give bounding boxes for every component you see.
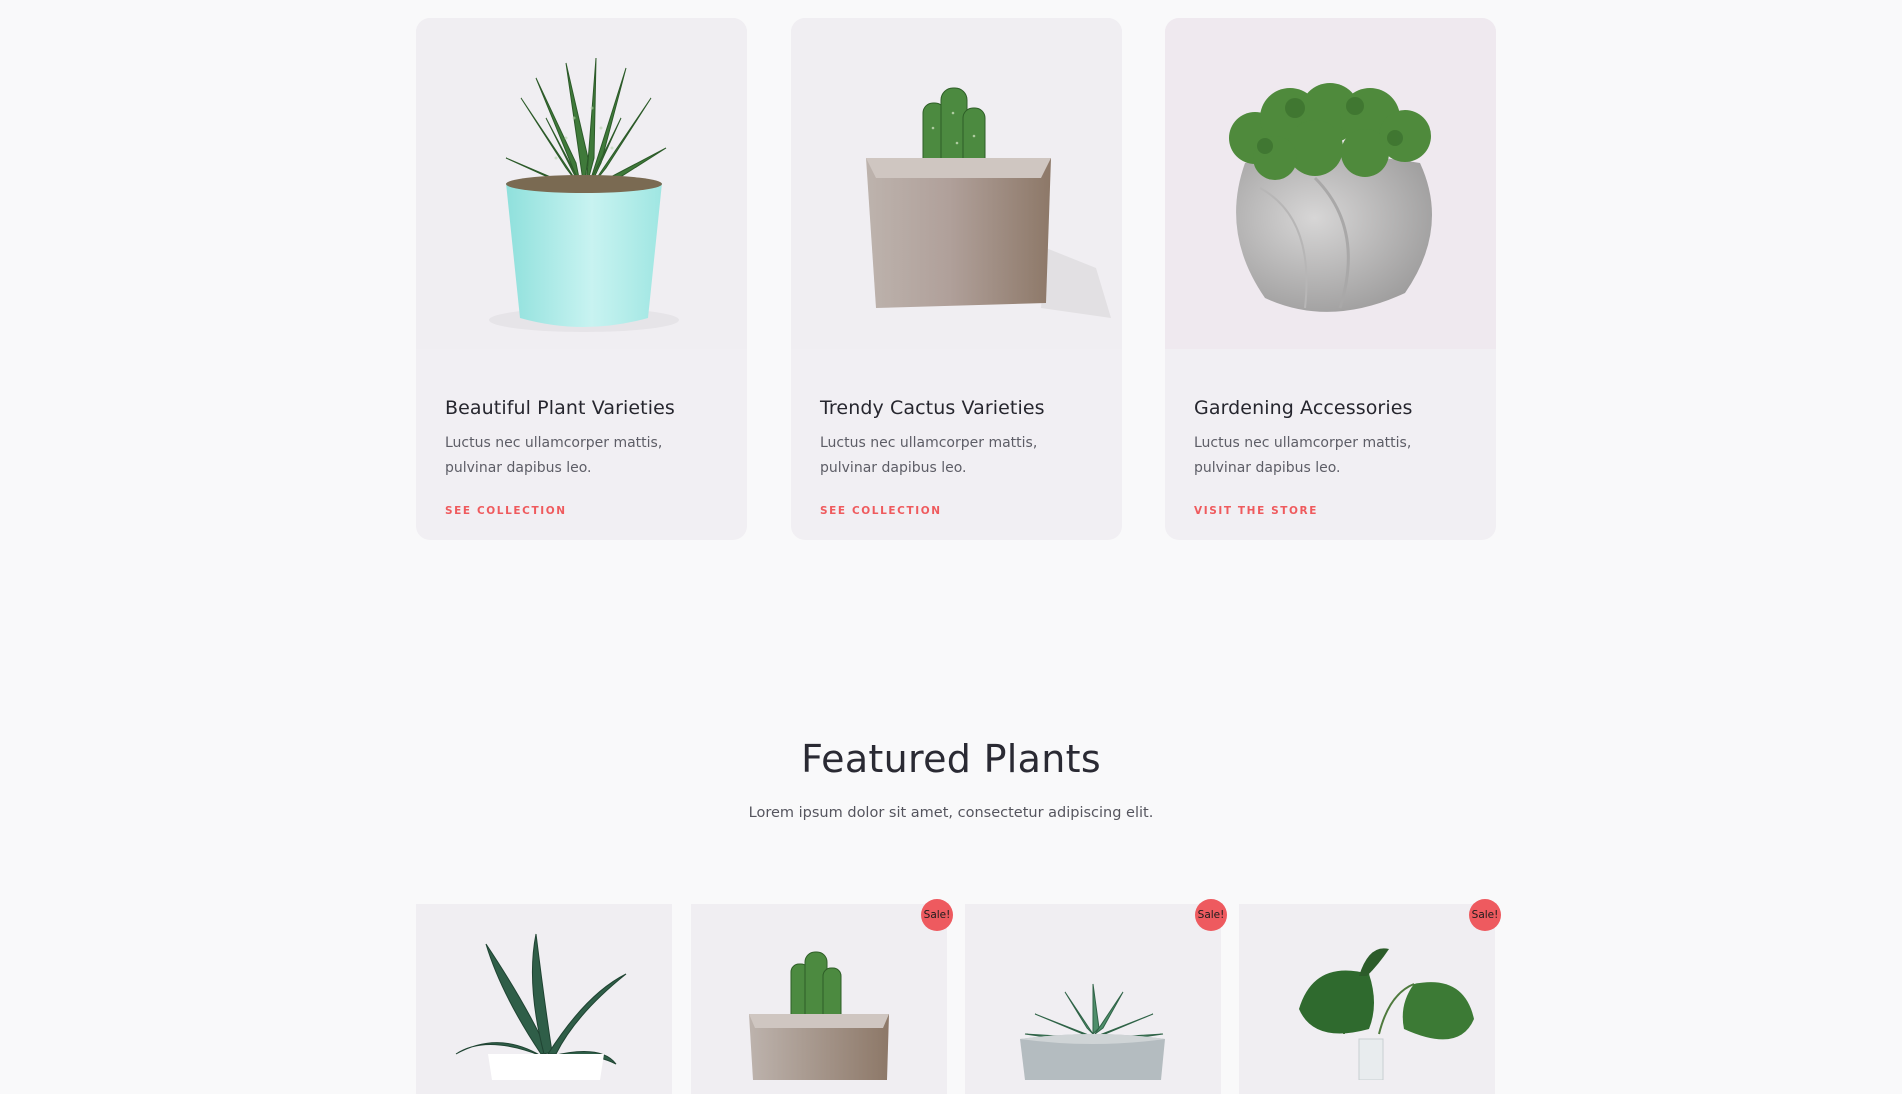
product-card[interactable]: Sale! bbox=[965, 899, 1227, 1094]
featured-section-title: Featured Plants bbox=[801, 737, 1101, 781]
see-collection-link[interactable]: SEE COLLECTION bbox=[445, 505, 567, 517]
category-card-accessories: Gardening Accessories Luctus nec ullamco… bbox=[1165, 18, 1496, 540]
cactus-square-pot-image bbox=[691, 904, 947, 1080]
product-card[interactable]: Sale! bbox=[691, 899, 953, 1094]
sale-badge: Sale! bbox=[921, 899, 953, 931]
anthurium-glass-vase-image bbox=[1239, 904, 1495, 1080]
category-card-plants: Beautiful Plant Varieties Luctus nec ull… bbox=[416, 18, 747, 540]
category-description: Luctus nec ullamcorper mattis, pulvinar … bbox=[445, 435, 663, 476]
plant-aloe-mint-pot-image bbox=[416, 18, 747, 349]
category-title: Trendy Cactus Varieties bbox=[820, 397, 1045, 419]
category-description: Luctus nec ullamcorper mattis, pulvinar … bbox=[820, 435, 1038, 476]
category-card-cactus: Trendy Cactus Varieties Luctus nec ullam… bbox=[791, 18, 1122, 540]
cactus-square-pot-image bbox=[791, 18, 1122, 349]
category-description: Luctus nec ullamcorper mattis, pulvinar … bbox=[1194, 435, 1412, 476]
product-card[interactable]: Sale! bbox=[1239, 899, 1501, 1094]
visit-store-link[interactable]: VISIT THE STORE bbox=[1194, 505, 1318, 517]
snake-plant-image bbox=[416, 904, 672, 1080]
see-collection-link[interactable]: SEE COLLECTION bbox=[820, 505, 942, 517]
sale-badge: Sale! bbox=[1195, 899, 1227, 931]
category-title: Gardening Accessories bbox=[1194, 397, 1413, 419]
product-card[interactable] bbox=[416, 904, 672, 1094]
moss-concrete-pot-image bbox=[1165, 18, 1496, 349]
sale-badge: Sale! bbox=[1469, 899, 1501, 931]
category-title: Beautiful Plant Varieties bbox=[445, 397, 675, 419]
featured-section-subtitle: Lorem ipsum dolor sit amet, consectetur … bbox=[748, 805, 1154, 821]
succulent-concrete-pot-image bbox=[965, 904, 1221, 1080]
